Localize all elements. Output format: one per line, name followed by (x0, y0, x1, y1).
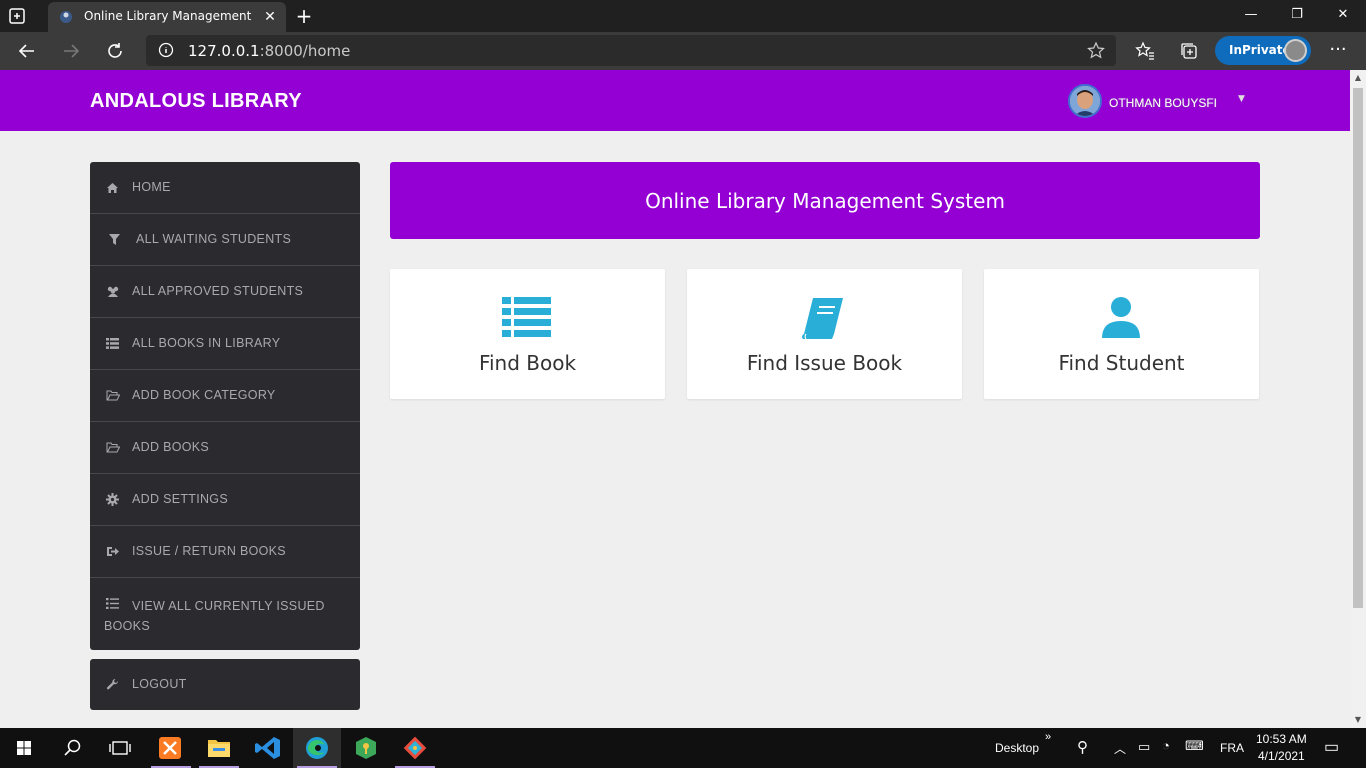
sidebar-item-waiting-students[interactable]: ALL WAITING STUDENTS (90, 214, 360, 266)
user-name: OTHMAN BOUYSFI (1109, 96, 1218, 110)
info-icon[interactable] (158, 42, 174, 58)
more-icon[interactable]: ··· (1326, 40, 1350, 62)
sidebar-item-currently-issued[interactable]: VIEW ALL CURRENTLY ISSUED BOOKS (90, 578, 360, 650)
find-issue-book-card[interactable]: Find Issue Book (687, 269, 962, 399)
list-icon (106, 337, 119, 350)
collections-icon[interactable] (1178, 40, 1200, 62)
keyboard-icon[interactable]: ⌨ (1185, 738, 1204, 754)
xampp-icon[interactable] (147, 728, 195, 768)
sidebar-item-approved-students[interactable]: ALL APPROVED STUDENTS (90, 266, 360, 318)
folder-open-icon (106, 441, 121, 454)
sidebar-item-issue-return[interactable]: ISSUE / RETURN BOOKS (90, 526, 360, 578)
gear-icon (106, 493, 119, 506)
file-explorer-icon[interactable] (195, 728, 243, 768)
sign-out-icon (106, 545, 119, 558)
url-text: 127.0.0.1:8000/home (188, 42, 351, 60)
refresh-button[interactable] (104, 40, 126, 62)
profile-avatar (1284, 39, 1307, 62)
page-viewport: ANDALOUS LIBRARY OTHMAN BOUYSFI ▼ HOME A… (0, 70, 1350, 728)
edge-icon[interactable] (293, 728, 341, 768)
browser-tab-active[interactable]: Online Library Management Syst ✕ (48, 2, 286, 32)
tab-actions-icon[interactable] (8, 7, 26, 25)
minimize-button[interactable]: — (1228, 0, 1274, 32)
sidebar-item-all-books[interactable]: ALL BOOKS IN LIBRARY (90, 318, 360, 370)
keepass-icon[interactable] (342, 728, 390, 768)
site-header: ANDALOUS LIBRARY OTHMAN BOUYSFI ▼ (0, 70, 1350, 131)
home-icon (106, 181, 119, 194)
clock-date[interactable]: 4/1/2021 (1258, 749, 1305, 763)
task-view-icon[interactable] (96, 728, 144, 768)
find-book-label: Find Book (478, 351, 577, 375)
git-kraken-icon[interactable] (391, 728, 439, 768)
restore-button[interactable]: ❐ (1274, 0, 1320, 32)
find-student-card[interactable]: Find Student (984, 269, 1259, 399)
vscode-icon[interactable] (244, 728, 292, 768)
chevron-up-icon[interactable]: ︿ (1114, 740, 1126, 757)
desktop-toolbar-label[interactable]: Desktop (995, 741, 1039, 755)
add-favorite-icon[interactable] (1086, 41, 1106, 61)
book-icon (799, 296, 849, 340)
browser-tab-bar: Online Library Management Syst ✕ + — ❐ ✕ (0, 0, 1366, 32)
close-icon[interactable]: ✕ (262, 9, 278, 25)
sidebar-item-add-settings[interactable]: ADD SETTINGS (90, 474, 360, 526)
sidebar-item-home[interactable]: HOME (90, 162, 360, 214)
wifi-icon[interactable]: ◔ (1162, 738, 1170, 753)
user-icon (1096, 296, 1146, 340)
find-student-label: Find Student (1058, 351, 1185, 375)
new-tab-button[interactable]: + (294, 6, 314, 26)
people-icon[interactable]: ⚲ (1077, 738, 1088, 756)
clock-time[interactable]: 10:53 AM (1256, 732, 1307, 746)
inprivate-button[interactable]: InPrivate (1215, 36, 1311, 65)
filter-icon (108, 233, 121, 246)
sidebar-item-add-book-category[interactable]: ADD BOOK CATEGORY (90, 370, 360, 422)
folder-open-icon (106, 389, 121, 402)
tab-title: Online Library Management Syst (84, 9, 254, 23)
users-icon (106, 285, 119, 298)
page-scrollbar[interactable]: ▲ ▼ (1350, 70, 1366, 728)
sidebar-nav: HOME ALL WAITING STUDENTS ALL APPROVED S… (90, 162, 360, 650)
page-title: Online Library Management System (645, 189, 1005, 213)
battery-icon[interactable]: ▭ (1138, 739, 1150, 755)
page-banner: Online Library Management System (390, 162, 1260, 239)
language-indicator[interactable]: FRA (1220, 741, 1244, 755)
window-close-button[interactable]: ✕ (1320, 0, 1366, 32)
favorites-icon[interactable] (1134, 40, 1156, 62)
find-issue-book-label: Find Issue Book (746, 351, 903, 375)
search-icon[interactable] (48, 728, 96, 768)
scroll-thumb[interactable] (1353, 88, 1363, 608)
forward-button[interactable] (60, 40, 82, 62)
sidebar-item-add-books[interactable]: ADD BOOKS (90, 422, 360, 474)
logout-button[interactable]: LOGOUT (90, 659, 360, 710)
find-book-card[interactable]: Find Book (390, 269, 665, 399)
chevron-double-right-icon[interactable]: » (1045, 731, 1051, 743)
scroll-up-icon[interactable]: ▲ (1354, 74, 1362, 82)
wrench-icon (106, 678, 119, 691)
browser-toolbar: 127.0.0.1:8000/home InPrivate ··· (0, 32, 1366, 70)
address-bar[interactable]: 127.0.0.1:8000/home (146, 35, 1116, 66)
windows-start-icon[interactable] (0, 728, 48, 768)
chevron-down-icon: ▼ (1238, 94, 1245, 104)
notification-icon[interactable]: ▭ (1324, 737, 1339, 757)
list-icon (502, 296, 552, 340)
back-button[interactable] (16, 40, 38, 62)
favicon-icon (58, 9, 74, 25)
windows-taskbar: Desktop » ⚲ ︿ ▭ ◔ ⌨ FRA 10:53 AM 4/1/202… (0, 728, 1366, 768)
avatar (1068, 84, 1102, 118)
brand-logo[interactable]: ANDALOUS LIBRARY (90, 90, 302, 113)
scroll-down-icon[interactable]: ▼ (1354, 716, 1362, 724)
